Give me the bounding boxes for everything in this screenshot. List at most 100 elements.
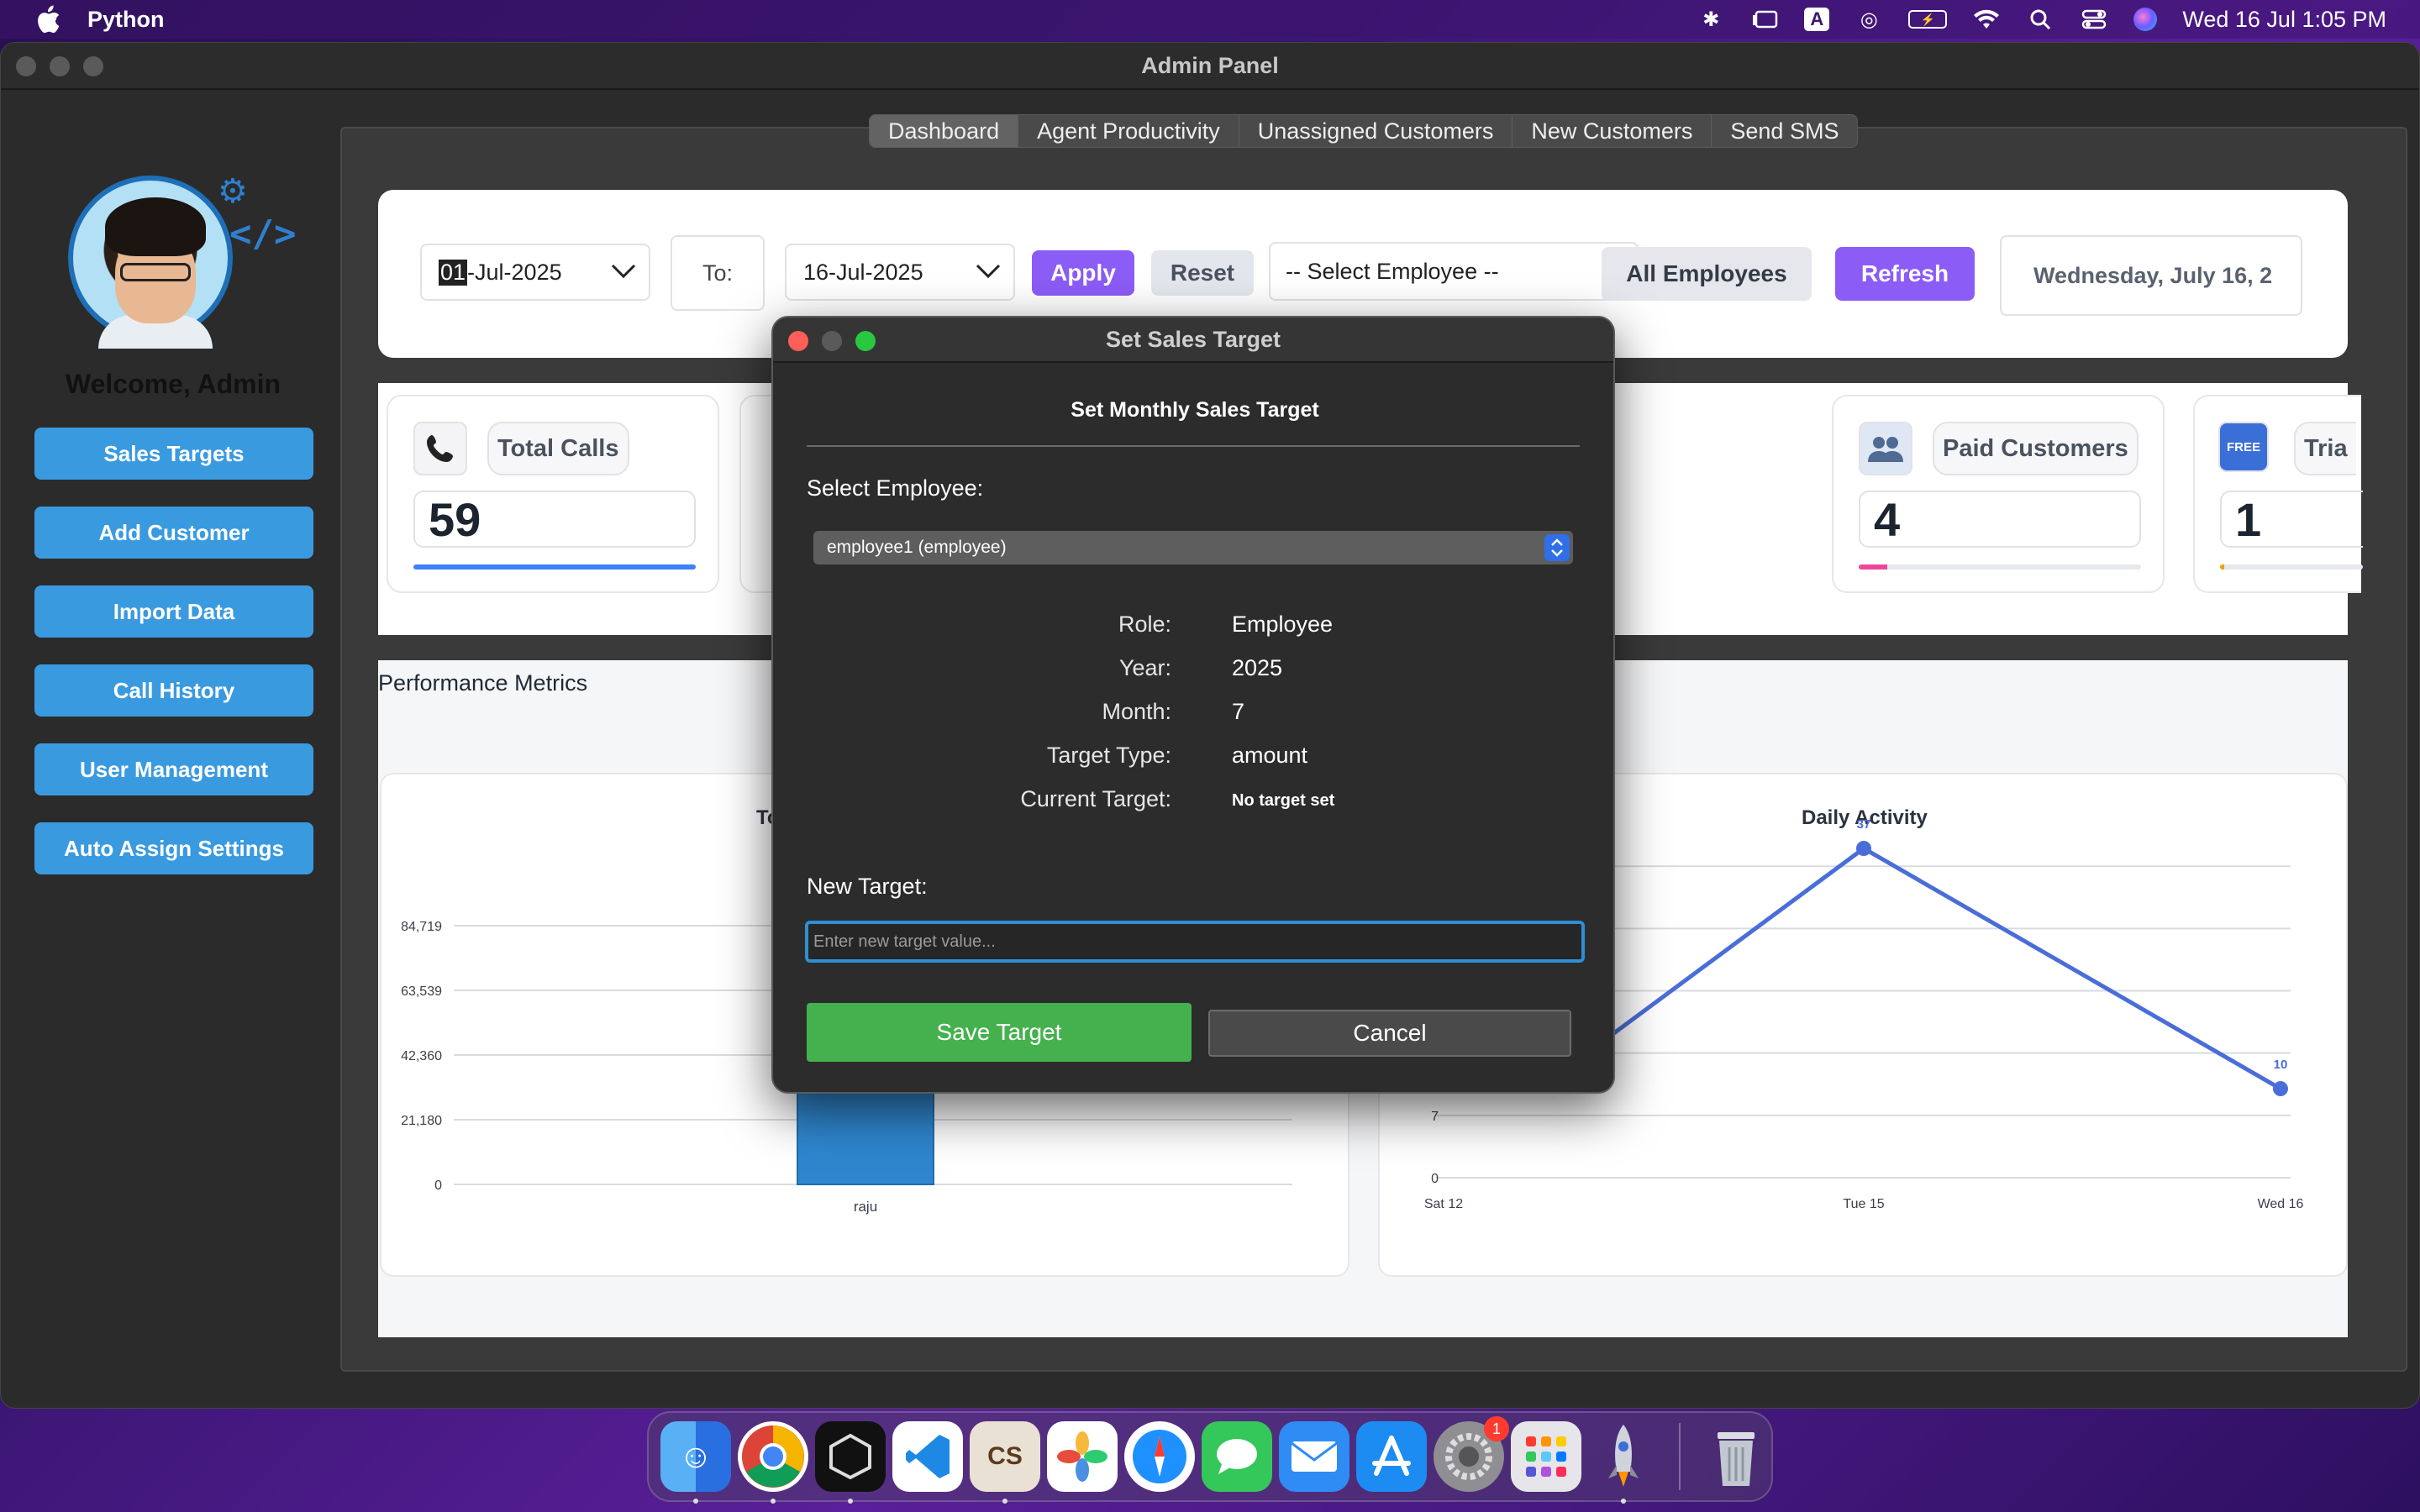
all-employees-button[interactable]: All Employees [1602,247,1812,301]
total-calls-label: Total Calls [487,422,629,475]
dialog-window-controls [788,331,876,351]
save-target-button[interactable]: Save Target [807,1003,1192,1062]
total-calls-card: Total Calls 59 [387,395,719,593]
close-window-button[interactable] [16,56,36,76]
call-history-button[interactable]: Call History [34,664,313,717]
app-name[interactable]: Python [87,7,165,33]
from-date-picker[interactable]: 01 -Jul-2025 [420,244,650,301]
photos-icon[interactable] [1047,1421,1118,1492]
safari-icon[interactable] [1124,1421,1195,1492]
bluetooth-icon[interactable]: ✱ [1697,7,1725,32]
add-customer-button[interactable]: Add Customer [34,507,313,559]
apply-button[interactable]: Apply [1032,250,1134,296]
airdrop-icon[interactable]: ◎ [1854,7,1883,32]
auto-assign-settings-button[interactable]: Auto Assign Settings [34,822,313,874]
reset-button[interactable]: Reset [1151,250,1254,296]
phone-icon [413,422,467,475]
data-point [2273,1081,2288,1097]
apple-icon[interactable] [34,5,62,34]
tab-agent-productivity[interactable]: Agent Productivity [1018,115,1239,147]
y-tick-label: 84,719 [401,920,442,934]
wifi-icon[interactable] [1972,7,2001,32]
finder-icon[interactable]: ☺ [660,1421,731,1504]
tab-dashboard[interactable]: Dashboard [870,115,1019,147]
data-label: 37 [1857,817,1871,832]
role-row: Role: Employee [773,612,1617,645]
dock-separator [1679,1423,1681,1490]
month-row: Month: 7 [773,699,1617,732]
window-controls [16,56,103,76]
vscode-icon[interactable] [892,1421,963,1492]
app-store-icon[interactable] [1356,1421,1427,1492]
tab-unassigned-customers[interactable]: Unassigned Customers [1239,115,1513,147]
menubar-clock[interactable]: Wed 16 Jul 1:05 PM [2182,7,2386,33]
trial-value: 1 [2220,491,2363,548]
x-tick-label: raju [854,1199,877,1215]
y-tick-label: 7 [1431,1110,1439,1124]
dialog-heading: Set Monthly Sales Target [1071,398,1319,422]
sales-targets-button[interactable]: Sales Targets [34,428,313,480]
input-source-icon[interactable]: A [1804,8,1830,31]
app-cs-icon[interactable]: CS [970,1421,1040,1504]
dialog-minimize-button[interactable] [822,331,842,351]
employee-select[interactable]: -- Select Employee -- [1269,242,1639,301]
x-tick-label: Wed 16 [2258,1197,2304,1211]
dialog-divider [807,445,1580,447]
current-date-display: Wednesday, July 16, 2 [2000,235,2302,316]
y-tick-label: 63,539 [401,984,442,999]
siri-icon[interactable] [2133,8,2158,31]
rocket-icon[interactable] [1588,1421,1659,1504]
paid-customers-value: 4 [1859,491,2141,548]
to-date-picker[interactable]: 16-Jul-2025 [785,244,1015,301]
performance-metrics-title: Performance Metrics [378,670,588,696]
y-tick-label: 0 [434,1179,442,1193]
search-icon[interactable] [2026,7,2054,32]
stage-manager-icon[interactable] [1750,7,1779,32]
employee-select-value: -- Select Employee -- [1286,258,1499,284]
tab-new-customers[interactable]: New Customers [1512,115,1712,147]
tab-send-sms[interactable]: Send SMS [1712,115,1857,147]
menu-bar: Python ✱ A ◎ ⚡ Wed 16 Jul 1:05 PM [0,0,2420,39]
role-value: Employee [1232,612,1334,637]
launchpad-icon[interactable] [1511,1421,1581,1492]
cancel-button[interactable]: Cancel [1208,1010,1571,1057]
x-tick-label: Sat 12 [1424,1197,1463,1211]
user-management-button[interactable]: User Management [34,743,313,795]
refresh-button[interactable]: Refresh [1835,247,1975,301]
target-type-row: Target Type: amount [773,743,1617,776]
year-value: 2025 [1232,655,1283,680]
month-value: 7 [1232,699,1245,724]
new-target-input[interactable]: Enter new target value... [805,921,1585,963]
from-date-rest: -Jul-2025 [467,259,562,285]
chevron-down-icon[interactable] [610,259,637,286]
dialog-titlebar[interactable]: Set Sales Target [773,318,1613,363]
chevron-down-icon[interactable] [975,259,1002,286]
x-tick-label: Tue 15 [1843,1197,1884,1211]
settings-badge: 1 [1484,1416,1509,1441]
zoom-window-button[interactable] [83,56,103,76]
window-titlebar[interactable]: Admin Panel [1,43,2419,90]
target-type-value: amount [1232,743,1308,768]
current-target-row: Current Target: No target set [773,786,1617,820]
set-sales-target-dialog: Set Sales Target Set Monthly Sales Targe… [771,316,1615,1094]
dialog-zoom-button[interactable] [855,331,876,351]
battery-icon[interactable]: ⚡ [1908,10,1948,29]
chrome-icon[interactable] [738,1421,808,1504]
dialog-title: Set Sales Target [1105,326,1281,352]
trash-icon[interactable] [1701,1421,1771,1492]
import-data-button[interactable]: Import Data [34,585,313,638]
dialog-close-button[interactable] [788,331,808,351]
gear-icon: ⚙ [218,173,248,210]
dropdown-stepper-icon[interactable] [1544,534,1570,561]
system-settings-icon[interactable]: 1 [1434,1416,1509,1492]
mail-icon[interactable] [1279,1421,1349,1492]
control-center-icon[interactable] [2080,7,2108,32]
y-tick-label: 0 [1431,1172,1439,1186]
cursor-icon[interactable] [815,1421,886,1504]
messages-icon[interactable] [1202,1421,1272,1492]
admin-avatar [68,176,233,349]
minimize-window-button[interactable] [50,56,70,76]
employee-dropdown[interactable]: employee1 (employee) [813,531,1573,564]
select-employee-label: Select Employee: [807,475,984,501]
current-target-value: No target set [1232,791,1335,810]
